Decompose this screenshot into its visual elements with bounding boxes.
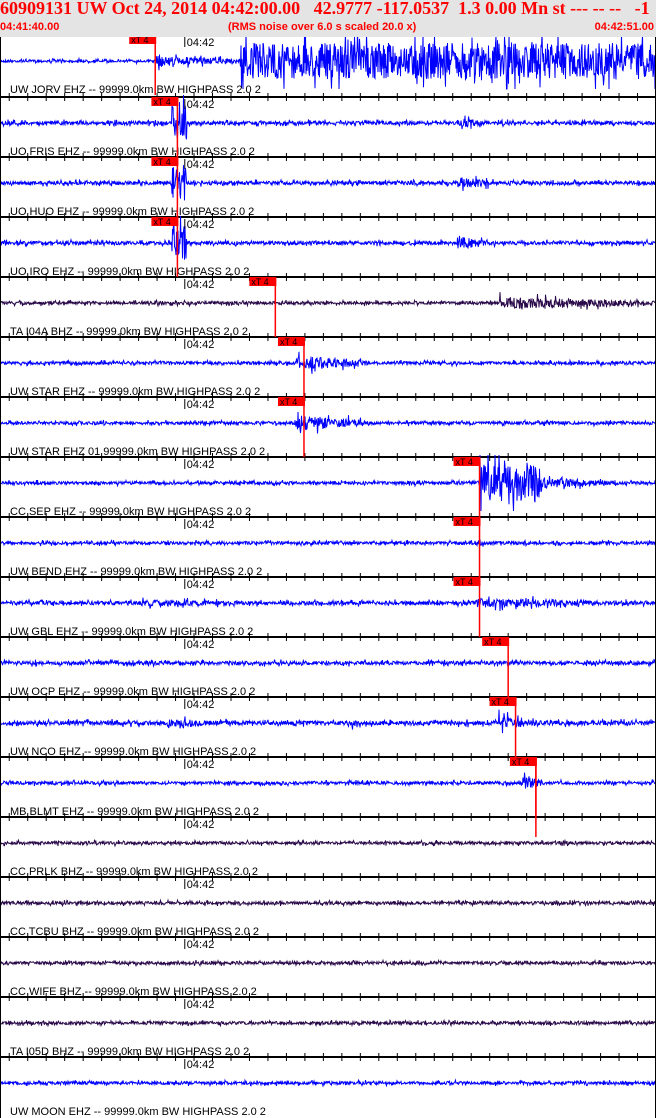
waveform (0, 215, 656, 260)
trace-1: 04:42 UW JORV EHZ -- 99999.0km BW HIGHPAS… (0, 37, 656, 101)
minute-label: 04:42 (187, 939, 215, 951)
minute-label: 04:42 (187, 639, 215, 651)
trace-3: 04:42 UO HUO EHZ -- 99999.0km BW HIGHPASS… (0, 157, 656, 221)
minute-label: 04:42 (187, 37, 215, 49)
trace-5: 04:42 TA I04A BHZ -- 99999.0km BW HIGHPAS… (0, 277, 656, 341)
station-label: UW STAR EHZ 01 99999.0km BW HIGHPASS 2.0… (10, 446, 265, 458)
waveform (0, 292, 656, 310)
pick-label: xT 4 (280, 397, 297, 407)
waveform (0, 37, 656, 90)
station-label: CC WIFE BHZ -- 99999.0km BW HIGHPASS 2.0… (10, 986, 257, 998)
trace-11: 04:42 UW OCP EHZ -- 99999.0km BW HIGHPASS… (0, 637, 656, 701)
seismogram-plot: 04:42 UW JORV EHZ -- 99999.0km BW HIGHPAS… (0, 37, 656, 1118)
minute-label: 04:42 (187, 279, 215, 291)
station-label: UW NCO EHZ -- 99999.0km BW HIGHPASS 2.0 … (10, 746, 256, 758)
pick-label: xT 4 (251, 277, 268, 287)
minute-label: 04:42 (187, 819, 215, 831)
waveform (0, 351, 656, 374)
waveform (0, 1018, 656, 1028)
pick-label: xT 4 (153, 157, 170, 167)
trace-13: 04:42 MB BLMT EHZ -- 99999.0km BW HIGHPAS… (0, 757, 656, 821)
station-label: CC PRLK BHZ -- 99999.0km BW HIGHPASS 2.0… (10, 866, 258, 878)
minute-label: 04:42 (187, 219, 215, 231)
trace-8: 04:42 CC SEP EHZ -- 99999.0km BW HIGHPASS… (0, 454, 656, 521)
pick-label: xT 4 (456, 457, 473, 467)
scaling-note: (RMS noise over 6.0 s scaled 20.0 x) (228, 21, 417, 33)
waveform (0, 958, 656, 968)
trace-6: 04:42 UW STAR EHZ -- 99999.0km BW HIGHPAS… (0, 337, 656, 401)
pick-label: xT 4 (456, 517, 473, 527)
minute-label: 04:42 (187, 519, 215, 531)
pick-label: xT 4 (153, 97, 170, 107)
trace-9: 04:42 UW BEND EHZ -- 99999.0km BW HIGHPAS… (0, 517, 656, 581)
trace-18: 04:42 UW MOON EHZ -- 99999.0km BW HIGHPAS… (0, 1059, 656, 1118)
pick-label: xT 4 (131, 37, 148, 45)
station-label: UW OCP EHZ -- 99999.0km BW HIGHPASS 2.0 … (10, 686, 255, 698)
waveform (0, 898, 656, 908)
station-label: UW STAR EHZ -- 99999.0km BW HIGHPASS 2.0… (10, 386, 260, 398)
pick-label: xT 4 (280, 337, 297, 347)
waveform (0, 454, 656, 512)
pick-label: xT 4 (484, 637, 501, 647)
trace-2: 04:42 UO FRIS EHZ -- 99999.0km BW HIGHPAS… (0, 94, 656, 161)
minute-label: 04:42 (187, 99, 215, 111)
station-label: UW BEND EHZ -- 99999.0km BW HIGHPASS 2.0… (10, 566, 262, 578)
trace-15: 04:42 CC TCBU BHZ -- 99999.0km BW HIGHPAS… (0, 879, 656, 941)
minute-label: 04:42 (187, 759, 215, 771)
trace-10: 04:42 UW GBL EHZ -- 99999.0km BW HIGHPASS… (0, 577, 656, 641)
station-label: UO FRIS EHZ -- 99999.0km BW HIGHPASS 2.0… (10, 146, 255, 158)
event-title: 60909131 UW Oct 24, 2014 04:42:00.00 42.… (0, 0, 650, 18)
station-label: UO IRO EHZ -- 99999.0km BW HIGHPASS 2.0 … (10, 266, 249, 278)
waveform (0, 411, 656, 434)
station-label: TA I04A BHZ -- 99999.0km BW HIGHPASS 2.0… (10, 326, 248, 338)
trace-14: 04:42 CC PRLK BHZ -- 99999.0km BW HIGHPAS… (0, 819, 656, 881)
end-time: 04:42:51.00 (594, 21, 654, 33)
waveform (0, 772, 656, 789)
header: 60909131 UW Oct 24, 2014 04:42:00.00 42.… (0, 0, 656, 37)
station-label: UW JORV EHZ -- 99999.0km BW HIGHPASS 2.0… (10, 84, 261, 96)
minute-label: 04:42 (187, 999, 215, 1011)
minute-label: 04:42 (187, 399, 215, 411)
trace-4: 04:42 UO IRO EHZ -- 99999.0km BW HIGHPASS… (0, 215, 656, 281)
trace-12: 04:42 UW NCO EHZ -- 99999.0km BW HIGHPASS… (0, 697, 656, 761)
trace-17: 04:42 TA I05D BHZ -- 99999.0km BW HIGHPAS… (0, 999, 656, 1061)
minute-label: 04:42 (187, 459, 215, 471)
waveform (0, 658, 656, 668)
trace-16: 04:42 CC WIFE BHZ -- 99999.0km BW HIGHPAS… (0, 939, 656, 1001)
waveform (0, 1078, 656, 1088)
minute-label: 04:42 (187, 579, 215, 591)
waveform (0, 165, 656, 201)
waveform (0, 596, 656, 611)
pick-label: xT 4 (512, 757, 529, 767)
minute-label: 04:42 (187, 1059, 215, 1071)
minute-label: 04:42 (187, 339, 215, 351)
waveform (0, 94, 656, 140)
station-label: TA I05D BHZ -- 99999.0km BW HIGHPASS 2.0… (10, 1046, 249, 1058)
waveform (0, 709, 656, 734)
station-label: MB BLMT EHZ -- 99999.0km BW HIGHPASS 2.0… (10, 806, 259, 818)
station-label: CC TCBU BHZ -- 99999.0km BW HIGHPASS 2.0… (10, 926, 259, 938)
station-label: CC SEP EHZ -- 99999.0km BW HIGHPASS 2.0 … (10, 506, 251, 518)
trace-7: 04:42 UW STAR EHZ 01 99999.0km BW HIGHPAS… (0, 397, 656, 461)
waveform (0, 538, 656, 548)
minute-label: 04:42 (187, 879, 215, 891)
pick-label: xT 4 (153, 217, 170, 227)
station-label: UW GBL EHZ -- 99999.0km BW HIGHPASS 2.0 … (10, 626, 253, 638)
pick-label: xT 4 (456, 577, 473, 587)
station-label: UO HUO EHZ -- 99999.0km BW HIGHPASS 2.0 … (10, 206, 254, 218)
minute-label: 04:42 (187, 699, 215, 711)
waveform (0, 838, 656, 848)
pick-label: xT 4 (492, 697, 509, 707)
minute-label: 04:42 (187, 159, 215, 171)
station-label: UW MOON EHZ -- 99999.0km BW HIGHPASS 2.0… (10, 1106, 266, 1118)
start-time: 04:41:40.00 (0, 21, 60, 33)
